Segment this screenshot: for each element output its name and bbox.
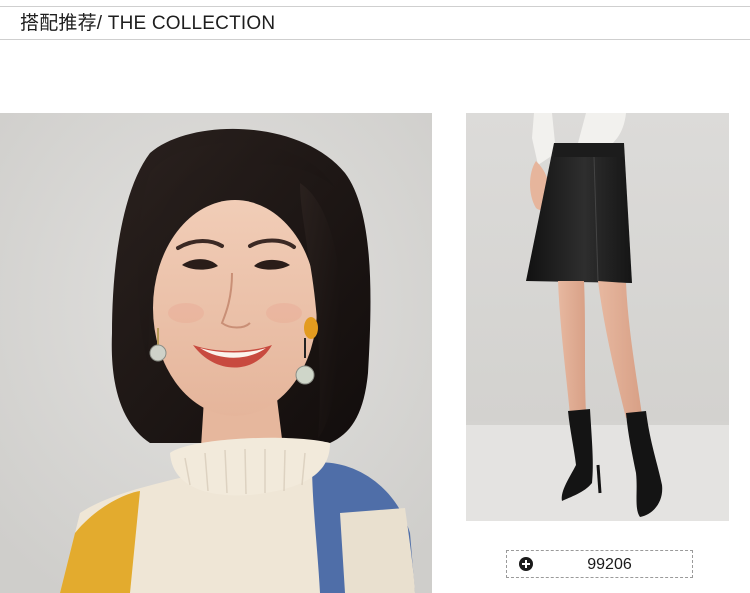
model-portrait-photo[interactable] <box>0 113 432 593</box>
product-code-tag[interactable]: 99206 <box>506 550 693 578</box>
skirt-outfit-photo[interactable] <box>466 113 729 521</box>
outfit-illustration <box>466 113 729 521</box>
section-title: 搭配推荐/ THE COLLECTION <box>20 13 276 34</box>
product-code-text: 99206 <box>587 556 632 573</box>
portrait-illustration <box>0 113 432 593</box>
section-header: 搭配推荐/ THE COLLECTION <box>0 6 750 40</box>
